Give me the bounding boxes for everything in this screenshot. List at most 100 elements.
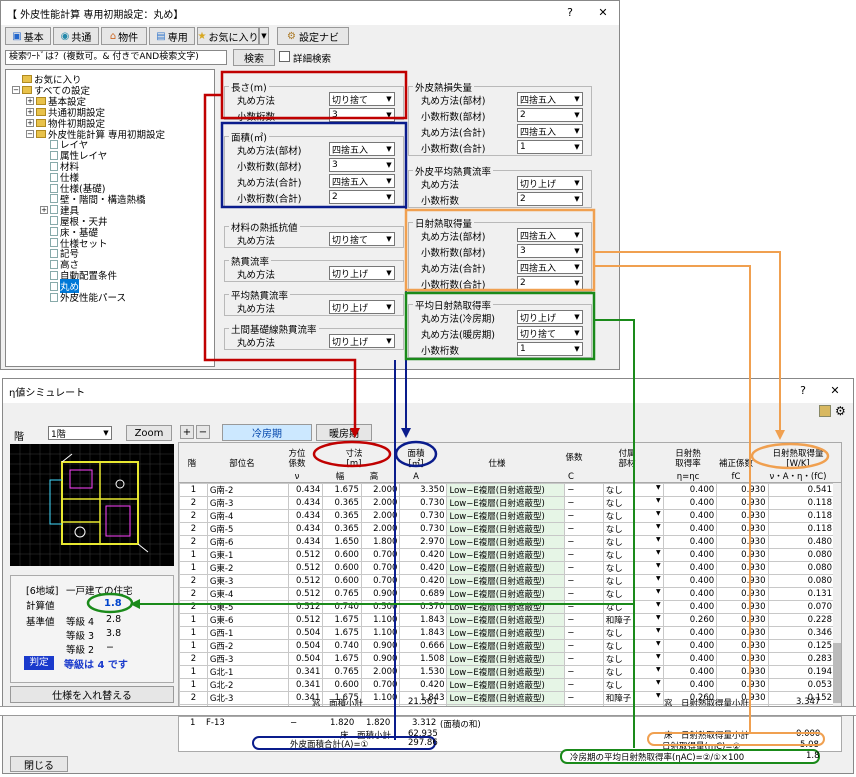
setting-select[interactable]: 1 ▼: [517, 140, 583, 154]
cell-att[interactable]: なし: [606, 525, 623, 535]
close-sim-button[interactable]: 閉じる: [10, 756, 68, 772]
setting-select[interactable]: 1 ▼: [517, 342, 583, 356]
cell-att[interactable]: なし: [606, 655, 623, 665]
floor-plan-view[interactable]: [10, 444, 174, 566]
setting-select[interactable]: 切り捨て ▼: [329, 232, 395, 246]
cell-att[interactable]: なし: [606, 681, 623, 691]
setting-select[interactable]: 切り上げ ▼: [329, 334, 395, 348]
cell-att[interactable]: なし: [606, 642, 623, 652]
settings-tree[interactable]: お気に入り − すべての設定 + 基本設定 + 共通初期設定 + 物件初期設定 − 外皮性能計算 専…: [5, 69, 215, 367]
expand-icon[interactable]: +: [26, 107, 34, 116]
tab-cooling[interactable]: 冷房期: [222, 424, 312, 441]
setting-select[interactable]: 四捨五入 ▼: [329, 174, 395, 188]
table-row[interactable]: 1 G東-6 0.512 1.675 1.100 1.843 Low−E複層(日射遮蔽型) −…: [179, 613, 835, 627]
table-row[interactable]: 2 G東-3 0.512 0.600 0.700 0.420 Low−E複層(日射遮蔽型) −…: [179, 574, 835, 588]
cell-fc: 0.930: [741, 563, 766, 573]
sim-close-button[interactable]: ✕: [823, 381, 847, 401]
remove-row-button[interactable]: −: [196, 425, 210, 439]
expand-icon[interactable]: +: [26, 96, 34, 105]
table-row[interactable]: 2 G南-3 0.434 0.365 2.000 0.730 Low−E複層(日射遮蔽型) −…: [179, 496, 835, 510]
tab-heating[interactable]: 暖房期: [316, 424, 372, 441]
setting-select[interactable]: 切り上げ ▼: [517, 310, 583, 324]
setting-select[interactable]: 2 ▼: [329, 190, 395, 204]
search-button[interactable]: 検索: [233, 49, 275, 66]
table-row[interactable]: 2 G南-6 0.434 1.650 1.800 2.970 Low−E複層(日射遮蔽型) −…: [179, 535, 835, 549]
setting-select[interactable]: 切り上げ ▼: [517, 176, 583, 190]
setting-select[interactable]: 四捨五入 ▼: [517, 228, 583, 242]
cell-spec: Low−E複層(日射遮蔽型): [449, 668, 545, 678]
cell-att[interactable]: なし: [606, 551, 623, 561]
setting-select[interactable]: 四捨五入 ▼: [329, 142, 395, 156]
table-row[interactable]: 1 G南-2 0.434 1.675 2.000 3.350 Low−E複層(日射遮蔽型) −…: [179, 483, 835, 497]
tab-dedicated[interactable]: ▤ 専用: [149, 27, 195, 45]
vertical-scrollbar[interactable]: [833, 483, 841, 709]
table-row[interactable]: 2 G南-4 0.434 0.365 2.000 0.730 Low−E複層(日射遮蔽型) −…: [179, 509, 835, 523]
cell-c: −: [567, 524, 575, 534]
table-row[interactable]: 1 G東-1 0.512 0.600 0.700 0.420 Low−E複層(日射遮蔽型) −…: [179, 548, 835, 562]
cell-f: 2: [190, 524, 197, 534]
setting-select[interactable]: 切り上げ ▼: [329, 266, 395, 280]
setting-select[interactable]: 2 ▼: [517, 276, 583, 290]
help-button[interactable]: ?: [558, 3, 582, 23]
setting-select[interactable]: 切り捨て ▼: [517, 326, 583, 340]
swap-spec-button[interactable]: 仕様を入れ替える: [10, 686, 174, 703]
cell-att[interactable]: なし: [606, 577, 623, 587]
printer-icon[interactable]: [819, 405, 831, 417]
table-row[interactable]: 1 G北-2 0.341 0.600 0.700 0.420 Low−E複層(日射遮蔽型) −…: [179, 678, 835, 692]
cell-fc: 0.930: [741, 589, 766, 599]
cell-att[interactable]: なし: [606, 629, 623, 639]
tab-basic[interactable]: ▣ 基本: [5, 27, 51, 45]
cell-att[interactable]: なし: [606, 603, 623, 613]
expand-icon[interactable]: +: [26, 118, 34, 127]
search-input[interactable]: 検索ﾜｰﾄﾞは？(複数可。& 付きでAND検索文字): [5, 50, 227, 65]
setting-select[interactable]: 3 ▼: [329, 158, 395, 172]
zoom-button[interactable]: Zoom: [126, 425, 172, 441]
table-row[interactable]: 2 G南-5 0.434 0.365 2.000 0.730 Low−E複層(日射遮蔽型) −…: [179, 522, 835, 536]
detail-search-checkbox[interactable]: [279, 51, 290, 62]
tree-item[interactable]: 外皮性能パース: [40, 290, 126, 304]
setting-select[interactable]: 切り捨て ▼: [329, 92, 395, 106]
table-row[interactable]: 2 G東-5 0.512 0.740 0.500 0.370 Low−E複層(日射遮蔽型) −…: [179, 600, 835, 614]
setting-select[interactable]: 3 ▼: [329, 108, 395, 122]
tab-common[interactable]: ◉ 共通: [53, 27, 99, 45]
setting-select[interactable]: 2 ▼: [517, 108, 583, 122]
settings-navi-button[interactable]: ⚙ 設定ナビ: [277, 27, 349, 45]
cell-att[interactable]: なし: [606, 538, 623, 548]
table-row[interactable]: 1 G東-2 0.512 0.600 0.700 0.420 Low−E複層(日射遮蔽型) −…: [179, 561, 835, 575]
floor-select[interactable]: 1階 ▼: [48, 426, 112, 440]
cell-att[interactable]: なし: [606, 486, 623, 496]
setting-select[interactable]: 四捨五入 ▼: [517, 92, 583, 106]
cell-att[interactable]: なし: [606, 512, 623, 522]
table-row[interactable]: 1 G北-1 0.341 0.765 2.000 1.530 Low−E複層(日射遮蔽型) −…: [179, 665, 835, 679]
cell-att[interactable]: なし: [606, 590, 623, 600]
cell-att[interactable]: なし: [606, 564, 623, 574]
expand-icon[interactable]: +: [40, 205, 48, 214]
setting-select[interactable]: 四捨五入 ▼: [517, 260, 583, 274]
scrollbar-thumb[interactable]: [833, 643, 841, 703]
cell-att[interactable]: 和障子: [606, 616, 632, 626]
tab-property[interactable]: ⌂ 物件: [101, 27, 147, 45]
cell-eta: 0.400: [689, 485, 715, 495]
table-row[interactable]: 2 G東-4 0.512 0.765 0.900 0.689 Low−E複層(日射遮蔽型) −…: [179, 587, 835, 601]
favorites-dropdown[interactable]: ▼: [259, 27, 269, 45]
tab-favorites[interactable]: ★ お気に入り: [197, 27, 259, 45]
setting-label: 丸め方法(合計): [237, 178, 302, 189]
setting-select[interactable]: 四捨五入 ▼: [517, 124, 583, 138]
close-button[interactable]: ✕: [591, 3, 615, 23]
add-row-button[interactable]: +: [180, 425, 194, 439]
sim-help-button[interactable]: ?: [791, 381, 815, 401]
cell-h: 0.700: [373, 576, 398, 586]
setting-select[interactable]: 2 ▼: [517, 192, 583, 206]
cell-att[interactable]: なし: [606, 499, 623, 509]
setting-select[interactable]: 3 ▼: [517, 244, 583, 258]
table-row[interactable]: 2 G西-3 0.504 1.675 0.900 1.508 Low−E複層(日射遮蔽型) −…: [179, 652, 835, 666]
table-row[interactable]: 1 G西-1 0.504 1.675 1.100 1.843 Low−E複層(日射遮蔽型) −…: [179, 626, 835, 640]
gear-icon[interactable]: ⚙: [835, 404, 846, 418]
cell-att[interactable]: 和障子: [606, 694, 632, 704]
cell-att[interactable]: なし: [606, 668, 623, 678]
expand-icon[interactable]: −: [26, 129, 34, 138]
setting-select[interactable]: 切り上げ ▼: [329, 300, 395, 314]
table-row[interactable]: 1 G西-2 0.504 0.740 0.900 0.666 Low−E複層(日射遮蔽型) −…: [179, 639, 835, 653]
expand-icon[interactable]: −: [12, 85, 20, 94]
setting-label: 小数桁数: [421, 346, 460, 357]
